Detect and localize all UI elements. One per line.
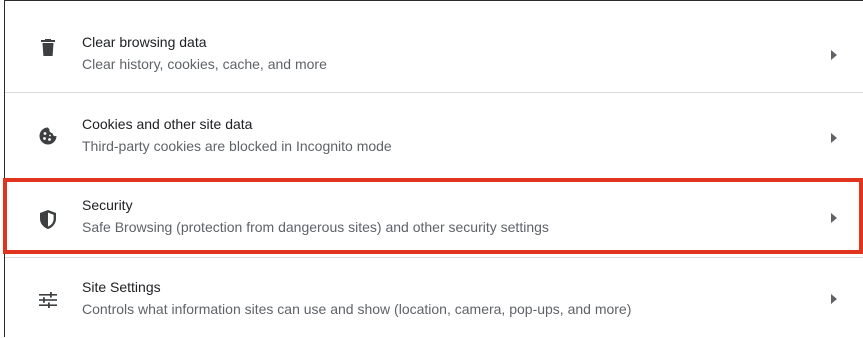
cookie-icon: [39, 127, 57, 145]
tune-icon: [39, 291, 57, 309]
chevron-right-icon: [829, 133, 839, 143]
site-settings-subtitle: Controls what information sites can use …: [82, 301, 632, 317]
clear-browsing-data-row[interactable]: Clear browsing data Clear history, cooki…: [5, 1, 863, 92]
clear-browsing-data-subtitle: Clear history, cookies, cache, and more: [82, 56, 327, 72]
chevron-right-icon: [829, 294, 839, 304]
chevron-right-icon: [829, 213, 839, 223]
cookies-site-data-row[interactable]: Cookies and other site data Third-party …: [5, 93, 863, 177]
trash-icon: [39, 38, 57, 56]
site-settings-row[interactable]: Site Settings Controls what information …: [5, 258, 863, 338]
cookies-subtitle: Third-party cookies are blocked in Incog…: [82, 138, 392, 154]
security-row[interactable]: Security Safe Browsing (protection from …: [5, 179, 863, 256]
cookies-title: Cookies and other site data: [82, 116, 253, 132]
shield-icon: [39, 209, 57, 229]
chevron-right-icon: [829, 50, 839, 60]
site-settings-title: Site Settings: [82, 279, 161, 295]
security-title: Security: [82, 197, 133, 213]
clear-browsing-data-title: Clear browsing data: [82, 34, 207, 50]
security-subtitle: Safe Browsing (protection from dangerous…: [82, 219, 549, 235]
privacy-settings-panel: Clear browsing data Clear history, cooki…: [4, 0, 863, 337]
